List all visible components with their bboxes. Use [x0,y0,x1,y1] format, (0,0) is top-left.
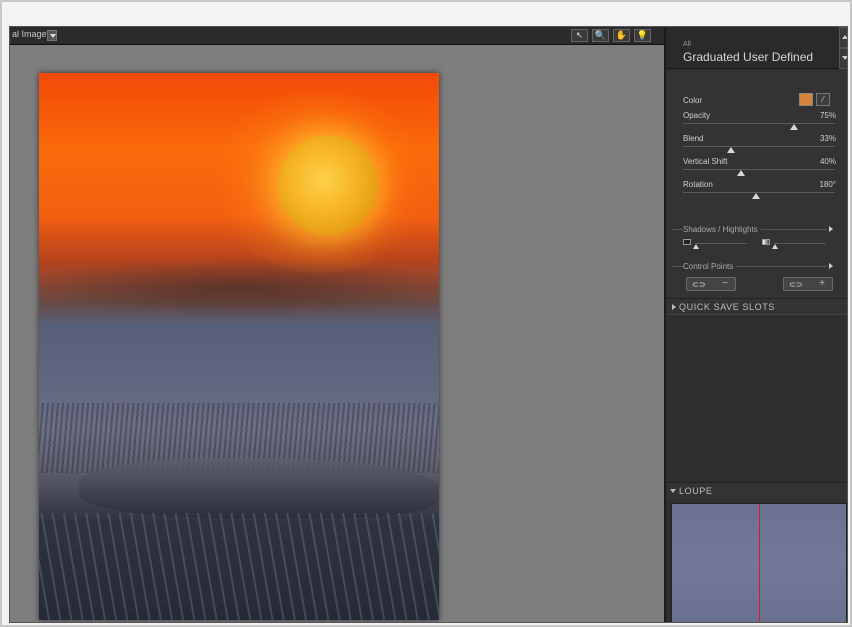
control-points-section[interactable]: Control Points [666,262,839,272]
zoom-icon[interactable]: 🔍 [592,29,609,42]
dark-ridge [39,258,439,318]
slider-label-blend: Blend [683,134,704,143]
shadows-highlights-section[interactable]: Shadows / Highlights [666,225,839,235]
arrow-pointer-icon[interactable]: ↖ [571,29,588,42]
bulb-icon[interactable]: 💡 [634,29,651,42]
moon [278,135,378,235]
quick-save-area [666,316,847,481]
expand-arrow-icon[interactable] [829,226,833,232]
slider-value-opacity: 75% [819,111,836,120]
slider-value-rotation: 180° [819,180,836,189]
slider-label-vertical-shift: Vertical Shift [683,157,728,166]
filter-panel: All Graduated User Defined Color ⁄ Opaci… [664,27,847,622]
slider-opacity[interactable] [683,123,835,124]
image-canvas[interactable] [10,46,664,622]
app-area: al Image ↖ 🔍 ✋ 💡 All Graduated User Defi… [9,26,848,623]
preview-image [39,73,439,620]
collapse-arrow-icon [670,489,676,493]
preset-down-button[interactable] [839,48,847,69]
control-point-icon: ⊂⊃ [789,280,803,289]
quick-save-slots-header[interactable]: QUICK SAVE SLOTS [666,298,847,315]
preset-name: Graduated User Defined [683,50,814,64]
shadows-icon [683,239,691,245]
loupe-header[interactable]: LOUPE [666,482,847,498]
control-point-icon: ⊂⊃ [692,280,706,289]
expand-arrow-icon[interactable] [829,263,833,269]
preset-category: All [683,41,691,48]
preset-up-button[interactable] [839,27,847,48]
minus-icon: − [722,278,728,289]
preset-header[interactable]: All Graduated User Defined [666,27,839,69]
loupe-view [671,503,847,622]
shadows-highlights-label: Shadows / Highlights [683,225,761,234]
plus-icon: + [819,278,825,289]
window-frame: al Image ↖ 🔍 ✋ 💡 All Graduated User Defi… [0,0,852,627]
highlights-slider[interactable] [774,243,826,244]
slider-vertical-shift[interactable] [683,169,835,170]
slider-thumb-opacity[interactable] [790,124,798,130]
shadows-slider[interactable] [695,243,747,244]
flowers-texture [39,513,439,620]
top-toolbar: al Image ↖ 🔍 ✋ 💡 [10,27,664,45]
expand-arrow-icon [672,304,676,310]
slider-blend[interactable] [683,146,835,147]
remove-control-point-button[interactable]: ⊂⊃ − [686,277,736,291]
view-mode-label: al Image [12,29,47,39]
slider-label-opacity: Opacity [683,111,711,120]
highlights-thumb[interactable] [772,244,778,249]
filter-controls: Color ⁄ Opacity 75% Blend 33% Vertical S… [666,71,847,299]
slider-label-rotation: Rotation [683,180,713,189]
slider-value-blend: 33% [819,134,836,143]
slider-value-vertical-shift: 40% [819,157,836,166]
add-control-point-button[interactable]: ⊂⊃ + [783,277,833,291]
slider-thumb-blend[interactable] [727,147,735,153]
quick-save-slots-label: QUICK SAVE SLOTS [679,302,775,312]
color-swatch[interactable] [799,93,813,106]
fallen-log [79,458,439,518]
highlights-icon [762,239,770,245]
shadows-thumb[interactable] [693,244,699,249]
slider-thumb-rotation[interactable] [752,193,760,199]
slider-thumb-vertical-shift[interactable] [737,170,745,176]
control-points-label: Control Points [683,262,737,271]
eyedropper-icon[interactable]: ⁄ [816,93,830,106]
color-label: Color [683,96,703,105]
view-mode-dropdown[interactable] [47,30,57,41]
loupe-label: LOUPE [679,486,713,496]
loupe-crosshair [759,504,760,622]
hand-icon[interactable]: ✋ [613,29,630,42]
